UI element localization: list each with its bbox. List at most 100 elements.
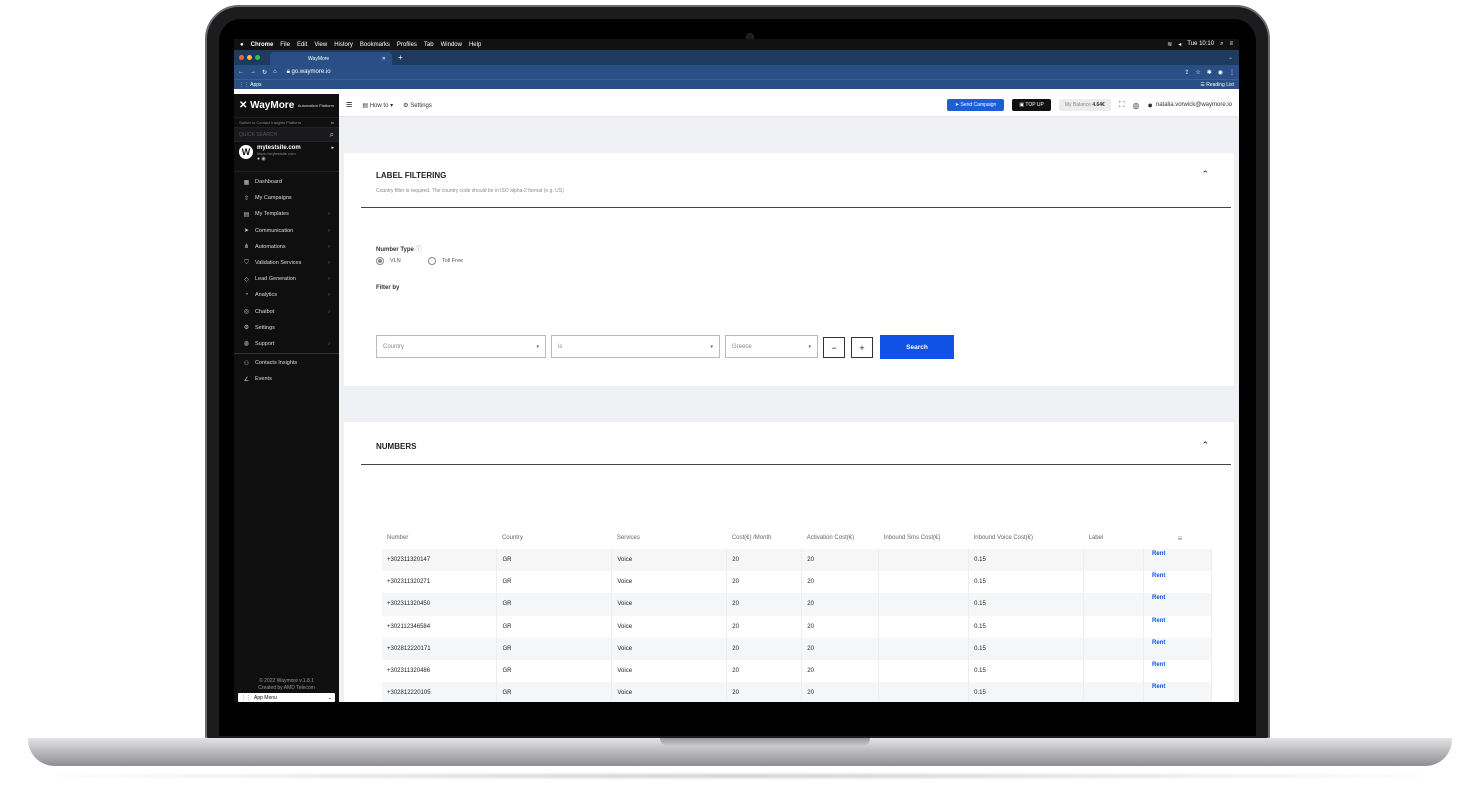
column-menu[interactable]: ≡: [1144, 527, 1212, 549]
globe-icon[interactable]: ◍: [1132, 101, 1139, 110]
table-row[interactable]: +302311320147 GR Voice 20 20 0.15 Rent: [382, 549, 1212, 572]
menu-tab[interactable]: Tab: [424, 42, 434, 48]
collapse-chevron-up-icon[interactable]: ⌃: [1201, 169, 1209, 180]
rent-button[interactable]: Rent: [1143, 637, 1212, 660]
fullscreen-icon[interactable]: ⛶: [1119, 100, 1125, 110]
sidebar-item-label: Chatbot: [255, 308, 275, 315]
column-header[interactable]: Cost(€) /Month: [727, 527, 802, 549]
table-row[interactable]: +302311320450 GR Voice 20 20 0.15 Rent: [382, 593, 1212, 616]
profile-icon[interactable]: ◉: [1218, 69, 1223, 76]
table-row[interactable]: +302812220105 GR Voice 20 20 0.15 Rent: [382, 682, 1212, 702]
table-row[interactable]: +302311320486 GR Voice 20 20 0.15 Rent: [382, 659, 1212, 683]
column-header[interactable]: Label: [1084, 527, 1144, 549]
waymore-logo[interactable]: ✕ WayMore: [239, 100, 294, 111]
radio-vln[interactable]: VLN: [376, 257, 401, 265]
extensions-icon[interactable]: ✱: [1207, 69, 1212, 76]
reading-list[interactable]: ☰ Reading List: [1200, 82, 1234, 88]
user-menu[interactable]: ● natalia.vorwick@waymore.io: [1147, 100, 1232, 110]
minimize-window-icon[interactable]: [247, 55, 252, 60]
table-row[interactable]: +302812220171 GR Voice 20 20 0.15 Rent: [382, 637, 1212, 660]
send-campaign-button[interactable]: ➤ Send Campaign: [946, 99, 1005, 111]
column-header[interactable]: Inbound Voice Cost(€): [969, 527, 1084, 549]
url-field[interactable]: 🔒︎ go.waymore.io: [287, 69, 331, 76]
more-icon[interactable]: ⋮: [1229, 69, 1235, 76]
volume-icon[interactable]: ◂: [1178, 41, 1181, 48]
reload-icon[interactable]: ↻: [262, 69, 267, 76]
rent-button[interactable]: Rent: [1143, 615, 1212, 638]
settings-link[interactable]: ⚙ Settings: [403, 102, 432, 109]
forward-icon[interactable]: →: [250, 69, 256, 75]
sidebar-item-support[interactable]: ◍ Support ›: [234, 336, 339, 352]
menu-help[interactable]: Help: [469, 42, 481, 48]
site-status-icons: ● ◉: [257, 156, 266, 162]
app-menu-select[interactable]: ⋮⋮ App Menu ⌄: [238, 693, 335, 702]
menu-bookmarks[interactable]: Bookmarks: [360, 42, 390, 48]
column-header[interactable]: Services: [612, 527, 727, 549]
search-icon[interactable]: ⌕: [1220, 41, 1223, 48]
filter-field-select[interactable]: Country ▾: [376, 335, 546, 358]
sidebar-item-analytics[interactable]: ◔ Analytics ›: [234, 287, 339, 303]
remove-filter-button[interactable]: −: [823, 337, 845, 358]
sidebar-item-my-templates[interactable]: ▤ My Templates ›: [234, 206, 339, 222]
how-to-menu[interactable]: ▤ How to ▾: [362, 102, 393, 109]
share-icon[interactable]: ⇪: [1184, 69, 1189, 76]
menu-edit[interactable]: Edit: [297, 42, 307, 48]
site-selector[interactable]: W mytestsite.com https://mytestsite.com …: [234, 142, 339, 172]
collapse-chevron-up-icon[interactable]: ⌃: [1201, 440, 1209, 451]
info-icon[interactable]: ⓘ: [416, 247, 422, 253]
sidebar-item-events[interactable]: ∠ Events: [234, 371, 339, 387]
column-header[interactable]: Number: [382, 527, 497, 549]
top-up-button[interactable]: ▣ TOP UP: [1012, 99, 1051, 111]
menu-file[interactable]: File: [280, 42, 290, 48]
sidebar-item-validation-services[interactable]: ⛉ Validation Services ›: [234, 255, 339, 271]
apple-icon[interactable]: ●: [240, 42, 244, 48]
rent-button[interactable]: Rent: [1143, 571, 1212, 594]
browser-tab[interactable]: WayMore ✕: [270, 52, 392, 65]
close-window-icon[interactable]: [239, 55, 244, 60]
close-tab-icon[interactable]: ✕: [382, 56, 386, 62]
add-filter-button[interactable]: +: [851, 337, 873, 358]
clock[interactable]: Tue 10:10: [1187, 41, 1214, 48]
column-menu-icon[interactable]: ≡: [1178, 534, 1183, 543]
quick-search-input[interactable]: QUICK SEARCH ⌕: [234, 128, 339, 142]
radio-toll-free[interactable]: Toll Free: [428, 257, 463, 265]
column-header[interactable]: Inbound Sms Cost(€): [879, 527, 969, 549]
rent-button[interactable]: Rent: [1143, 549, 1212, 572]
hamburger-menu-icon[interactable]: ≡: [346, 99, 352, 111]
sidebar-item-lead-generation[interactable]: ◇ Lead Generation ›: [234, 271, 339, 287]
menu-view[interactable]: View: [314, 42, 327, 48]
menu-history[interactable]: History: [334, 42, 353, 48]
sidebar-item-communication[interactable]: ➤ Communication ›: [234, 223, 339, 239]
rent-button[interactable]: Rent: [1143, 593, 1212, 616]
search-button[interactable]: Search: [880, 335, 954, 359]
menu-profiles[interactable]: Profiles: [397, 42, 417, 48]
sidebar-item-my-campaigns[interactable]: ⇧ My Campaigns: [234, 190, 339, 206]
maximize-window-icon[interactable]: [255, 55, 260, 60]
new-tab-icon[interactable]: +: [392, 53, 403, 62]
sidebar-item-settings[interactable]: ⚙ Settings: [234, 320, 339, 336]
menu-chrome[interactable]: Chrome: [251, 42, 274, 48]
sidebar-item-automations[interactable]: ⋔ Automations ›: [234, 239, 339, 255]
rent-button[interactable]: Rent: [1143, 659, 1212, 683]
filter-operator-select[interactable]: is ▾: [551, 335, 720, 358]
table-row[interactable]: +302311320271 GR Voice 20 20 0.15 Rent: [382, 571, 1212, 594]
sidebar-item-chatbot[interactable]: ◎ Chatbot ›: [234, 304, 339, 320]
sidebar-item-contacts-insights[interactable]: ⚇ Contacts Insights: [234, 355, 339, 371]
menu-window[interactable]: Window: [441, 42, 462, 48]
table-row[interactable]: +302112346584 GR Voice 20 20 0.15 Rent: [382, 615, 1212, 638]
control-center-icon[interactable]: ≡: [1229, 41, 1233, 48]
home-icon[interactable]: ⌂: [273, 69, 277, 75]
search-icon[interactable]: ⌕: [330, 130, 334, 140]
sidebar-item-dashboard[interactable]: ▦ Dashboard: [234, 174, 339, 190]
column-header[interactable]: Activation Cost(€): [802, 527, 879, 549]
tab-search-icon[interactable]: ⌄: [1228, 54, 1239, 61]
cell-services: Voice: [611, 549, 728, 572]
back-icon[interactable]: ←: [238, 69, 244, 75]
wifi-icon[interactable]: ≋: [1167, 41, 1172, 48]
filter-value-select[interactable]: Greece ▾: [725, 335, 818, 358]
platform-switch[interactable]: Switch to Contact Insights Platform ⇆: [234, 118, 339, 128]
column-header[interactable]: Country: [497, 527, 612, 549]
bookmark-star-icon[interactable]: ☆: [1195, 69, 1200, 76]
bookmark-apps[interactable]: ⋮⋮ Apps: [239, 82, 262, 88]
rent-button[interactable]: Rent: [1143, 682, 1212, 702]
